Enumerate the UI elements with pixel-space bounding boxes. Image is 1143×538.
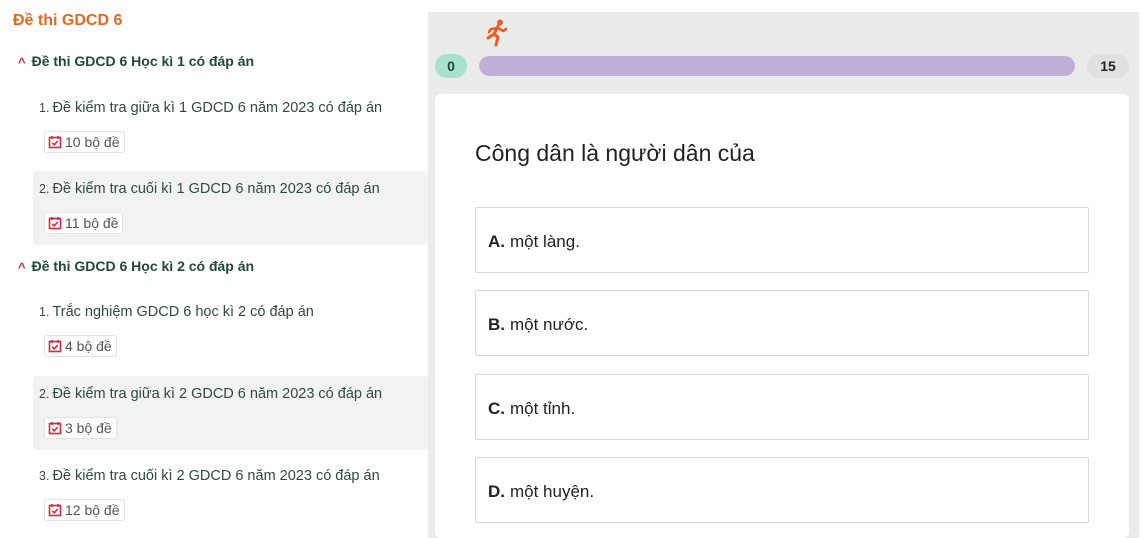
chevron-up-icon: ^ — [18, 259, 26, 275]
exam-count: 10 bộ đề — [65, 134, 120, 150]
option-text: một huyện. — [510, 482, 595, 501]
section-header-hk2[interactable]: ^ Đề thi GDCD 6 Học kì 2 có đáp án — [18, 258, 255, 275]
section-header-hk1[interactable]: ^ Đề thi GDCD 6 Học kì 1 có đáp án — [18, 53, 255, 70]
item-number: 2. — [39, 387, 50, 401]
progress-fill — [479, 56, 1075, 76]
exam-count-badge: 11 bộ đề — [44, 212, 124, 234]
item-number: 1. — [39, 101, 50, 115]
list-item[interactable]: 1. Đề kiểm tra giữa kì 1 GDCD 6 năm 2023 … — [33, 90, 428, 164]
option-text: một nước. — [510, 315, 589, 334]
option-letter: C. — [488, 399, 505, 418]
item-label[interactable]: Trắc nghiệm GDCD 6 học kì 2 có đáp án — [52, 304, 313, 320]
option-text: một tỉnh. — [510, 399, 576, 418]
sidebar-title[interactable]: Đề thi GDCD 6 — [13, 12, 122, 30]
section-title: Đề thi GDCD 6 Học kì 2 có đáp án — [31, 258, 255, 274]
list-item[interactable]: 2. Đề kiểm tra giữa kì 2 GDCD 6 năm 2023 … — [33, 376, 428, 450]
list-item[interactable]: 2. Đề kiểm tra cuối kì 1 GDCD 6 năm 2023 … — [33, 171, 428, 245]
item-number: 2. — [39, 182, 50, 196]
exam-count-badge: 10 bộ đề — [44, 131, 125, 153]
calendar-check-icon — [48, 340, 62, 353]
item-label[interactable]: Đề kiểm tra giữa kì 2 GDCD 6 năm 2023 có… — [52, 386, 382, 402]
exam-count: 12 bộ đề — [65, 502, 120, 518]
option-text: một làng. — [510, 232, 580, 251]
progress-total-count: 15 — [1087, 54, 1129, 78]
option-letter: B. — [488, 315, 505, 334]
list-item[interactable]: 3. Đề kiểm tra cuối kì 2 GDCD 6 năm 2023 … — [33, 458, 428, 532]
list-item[interactable]: 1. Trắc nghiệm GDCD 6 học kì 2 có đáp án … — [33, 294, 428, 368]
item-number: 1. — [39, 305, 50, 319]
exam-count: 3 bộ đề — [65, 420, 112, 436]
item-label[interactable]: Đề kiểm tra cuối kì 2 GDCD 6 năm 2023 có… — [52, 468, 379, 484]
section-title: Đề thi GDCD 6 Học kì 1 có đáp án — [31, 53, 255, 69]
answer-option-c[interactable]: C. một tỉnh. — [475, 374, 1089, 440]
calendar-check-icon — [48, 504, 62, 517]
progress-bar — [479, 56, 1075, 76]
calendar-check-icon — [48, 422, 62, 435]
exam-count-badge: 12 bộ đề — [44, 499, 125, 521]
item-label[interactable]: Đề kiểm tra giữa kì 1 GDCD 6 năm 2023 có… — [52, 100, 382, 116]
answer-option-d[interactable]: D. một huyện. — [475, 457, 1089, 523]
question-text: Công dân là người dân của — [475, 140, 755, 166]
progress-start-count: 0 — [435, 54, 467, 78]
exam-count: 4 bộ đề — [65, 338, 112, 354]
running-person-icon — [486, 19, 508, 47]
answer-option-a[interactable]: A. một làng. — [475, 207, 1089, 273]
calendar-check-icon — [48, 136, 62, 149]
question-card: Công dân là người dân của A. một làng. B… — [435, 94, 1129, 538]
item-number: 3. — [39, 469, 50, 483]
exam-count-badge: 3 bộ đề — [44, 417, 117, 439]
option-letter: D. — [488, 482, 505, 501]
exam-count-badge: 4 bộ đề — [44, 335, 117, 357]
option-letter: A. — [488, 232, 505, 251]
sidebar: Đề thi GDCD 6 ^ Đề thi GDCD 6 Học kì 1 c… — [0, 0, 428, 538]
answer-option-b[interactable]: B. một nước. — [475, 290, 1089, 356]
chevron-up-icon: ^ — [18, 54, 26, 70]
exam-count: 11 bộ đề — [65, 215, 119, 231]
calendar-check-icon — [48, 217, 62, 230]
quiz-panel: 0 15 Công dân là người dân của A. một là… — [428, 12, 1139, 538]
item-label[interactable]: Đề kiểm tra cuối kì 1 GDCD 6 năm 2023 có… — [52, 181, 379, 197]
